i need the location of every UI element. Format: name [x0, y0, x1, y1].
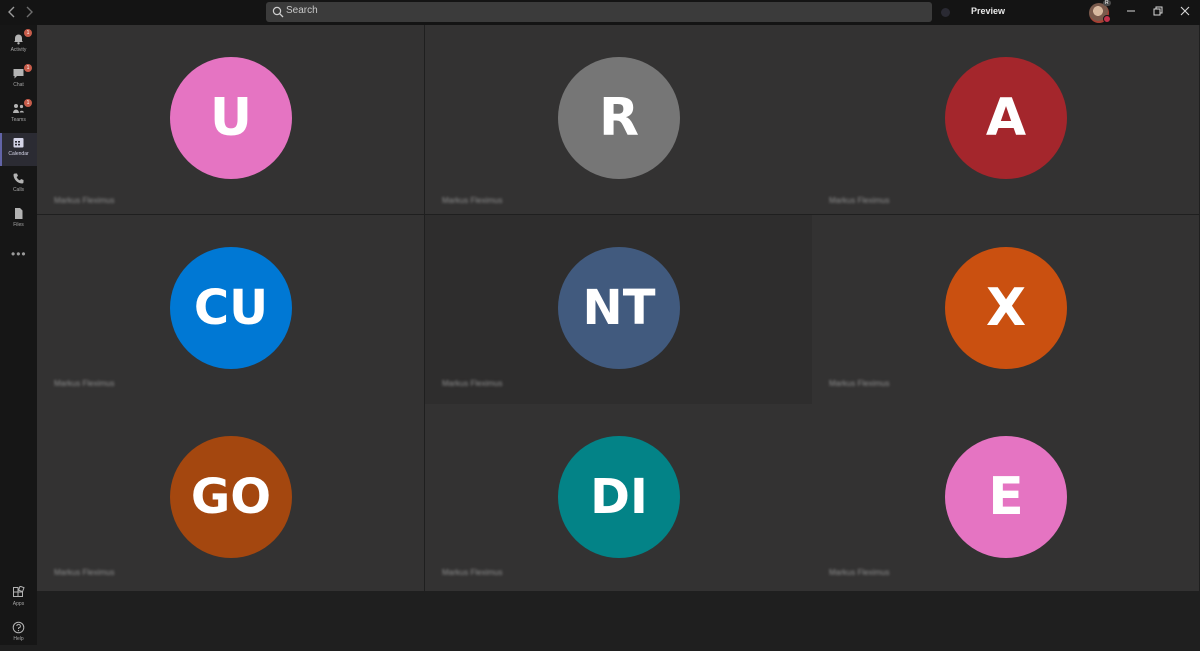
search-icon	[272, 6, 284, 18]
participant-name: Markus Fleximus	[54, 196, 115, 205]
close-icon[interactable]	[1178, 4, 1192, 18]
search-bar[interactable]: Search	[266, 2, 932, 22]
apps-icon	[13, 586, 25, 597]
calendar-icon	[13, 138, 24, 148]
forward-arrow-icon[interactable]	[21, 4, 37, 20]
participant-tile[interactable]: U Markus Fleximus	[37, 25, 424, 214]
sidebar-item-teams[interactable]: 1 Teams	[0, 99, 37, 132]
back-arrow-icon[interactable]	[4, 4, 20, 20]
participant-name: Markus Fleximus	[829, 196, 890, 205]
participant-tile[interactable]: NT Markus Fleximus	[425, 215, 812, 404]
teams-badge: 1	[24, 99, 32, 107]
participant-avatar: A	[945, 57, 1067, 179]
teams-icon	[13, 104, 24, 113]
sidebar-item-label: Calls	[12, 187, 25, 193]
app-sidebar: 1 Activity 1 Chat 1 Teams Calendar Calls	[0, 25, 37, 645]
participant-tile[interactable]: A Markus Fleximus	[812, 25, 1199, 214]
participant-tile[interactable]: E Markus Fleximus	[812, 404, 1199, 593]
participant-name: Markus Fleximus	[54, 379, 115, 388]
participant-name: Markus Fleximus	[54, 568, 115, 577]
status-indicator	[941, 8, 950, 17]
participant-tile[interactable]: CU Markus Fleximus	[37, 215, 424, 404]
minimize-icon[interactable]	[1124, 4, 1138, 18]
file-icon	[15, 208, 23, 219]
sidebar-item-activity[interactable]: 1 Activity	[0, 29, 37, 62]
participant-avatar: GO	[170, 436, 292, 558]
preview-label[interactable]: Preview	[971, 6, 1005, 16]
search-placeholder: Search	[286, 5, 318, 16]
bell-icon	[14, 34, 23, 45]
help-icon	[12, 621, 25, 634]
participant-avatar: R	[558, 57, 680, 179]
sidebar-item-calendar[interactable]: Calendar	[0, 133, 37, 166]
sidebar-item-label: Calendar	[8, 151, 29, 157]
chat-icon	[13, 69, 24, 79]
sidebar-item-label: Apps	[12, 601, 25, 607]
participant-name: Markus Fleximus	[442, 568, 503, 577]
user-status-icon	[1103, 15, 1111, 23]
participant-avatar: U	[170, 57, 292, 179]
sidebar-item-label: Help	[13, 636, 24, 642]
participant-tile[interactable]: DI Markus Fleximus	[425, 404, 812, 593]
sidebar-item-help[interactable]: Help	[0, 618, 37, 651]
participant-tile[interactable]: R Markus Fleximus	[425, 25, 812, 214]
phone-icon	[13, 173, 24, 184]
activity-badge: 1	[24, 29, 32, 37]
participant-avatar: E	[945, 436, 1067, 558]
sidebar-item-chat[interactable]: 1 Chat	[0, 64, 37, 97]
user-badge: R	[1103, 0, 1111, 6]
meeting-stage: U Markus Fleximus R Markus Fleximus A Ma…	[37, 25, 1199, 593]
restore-icon[interactable]	[1151, 4, 1165, 18]
bottom-area	[37, 591, 1200, 645]
participant-avatar: NT	[558, 247, 680, 369]
participant-name: Markus Fleximus	[442, 196, 503, 205]
chat-badge: 1	[24, 64, 32, 72]
sidebar-item-label: Activity	[10, 47, 27, 53]
participant-avatar: X	[945, 247, 1067, 369]
participant-tile[interactable]: X Markus Fleximus	[812, 215, 1199, 404]
title-bar: Search Preview R	[0, 0, 1200, 25]
sidebar-item-label: Files	[13, 222, 24, 228]
sidebar-item-label: Chat	[13, 82, 24, 88]
participant-tile[interactable]: GO Markus Fleximus	[37, 404, 424, 593]
participant-name: Markus Fleximus	[829, 568, 890, 577]
participant-avatar: CU	[170, 247, 292, 369]
participant-avatar: DI	[558, 436, 680, 558]
more-apps-icon[interactable]: •••	[11, 247, 27, 261]
sidebar-item-calls[interactable]: Calls	[0, 169, 37, 202]
participant-name: Markus Fleximus	[442, 379, 503, 388]
participant-name: Markus Fleximus	[829, 379, 890, 388]
sidebar-item-files[interactable]: Files	[0, 204, 37, 237]
sidebar-item-label: Teams	[11, 117, 26, 123]
sidebar-item-apps[interactable]: Apps	[0, 583, 37, 616]
